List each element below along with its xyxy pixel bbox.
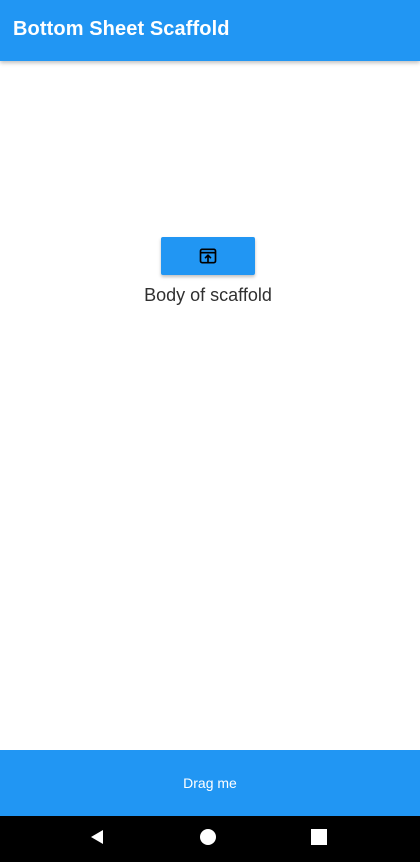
system-navigation-bar (0, 816, 420, 862)
home-button[interactable] (198, 828, 218, 851)
screen: Bottom Sheet Scaffold Body of scaffold D… (0, 0, 420, 862)
back-icon (88, 828, 106, 851)
body-text: Body of scaffold (144, 285, 272, 305)
bottom-sheet-handle[interactable]: Drag me (0, 750, 420, 816)
app-bar-title: Bottom Sheet Scaffold (13, 18, 230, 40)
bottom-sheet-label: Drag me (183, 775, 237, 791)
open-sheet-button[interactable] (161, 237, 255, 275)
recents-icon (310, 828, 328, 851)
top-app-bar: Bottom Sheet Scaffold (0, 0, 420, 61)
recents-button[interactable] (309, 828, 329, 851)
back-button[interactable] (87, 829, 107, 849)
open-in-browser-icon (198, 246, 218, 266)
home-icon (199, 828, 217, 851)
scaffold-body: Body of scaffold (0, 61, 420, 750)
